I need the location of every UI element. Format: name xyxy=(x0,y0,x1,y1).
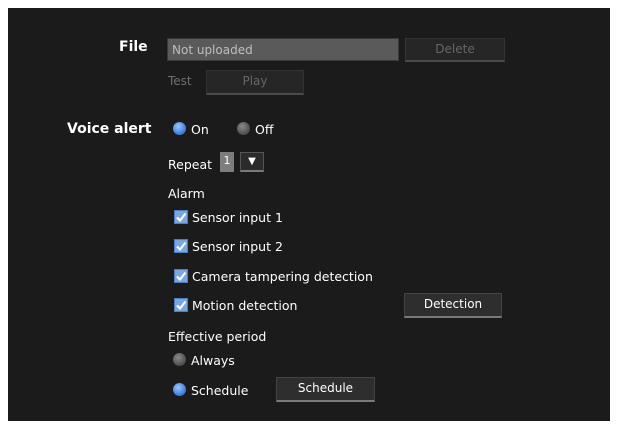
alarm-label: Alarm xyxy=(168,186,205,201)
sensor-input-2-checkbox[interactable] xyxy=(174,239,188,253)
sensor-input-1-checkbox[interactable] xyxy=(174,210,188,224)
motion-detection-checkbox[interactable] xyxy=(174,298,188,312)
motion-detection-label: Motion detection xyxy=(192,298,298,313)
test-label: Test xyxy=(168,74,192,88)
repeat-label: Repeat xyxy=(168,157,213,172)
checkmark-icon xyxy=(176,271,187,282)
schedule-button[interactable]: Schedule xyxy=(276,377,375,402)
always-radio[interactable] xyxy=(173,353,186,366)
checkmark-icon xyxy=(176,241,187,252)
detection-button[interactable]: Detection xyxy=(404,293,502,318)
sensor-input-1-label: Sensor input 1 xyxy=(192,210,283,225)
delete-button[interactable]: Delete xyxy=(405,38,505,62)
voice-alert-on-label: On xyxy=(191,122,209,137)
schedule-radio[interactable] xyxy=(173,383,186,396)
always-label: Always xyxy=(191,353,235,368)
checkmark-icon xyxy=(176,300,187,311)
repeat-select-value[interactable]: 1 xyxy=(220,152,234,172)
effective-period-label: Effective period xyxy=(168,329,267,344)
repeat-dropdown-button[interactable]: ▼ xyxy=(240,152,264,172)
play-button[interactable]: Play xyxy=(206,70,304,95)
file-label: File xyxy=(119,39,148,55)
voice-alert-on-radio[interactable] xyxy=(173,122,186,135)
sensor-input-2-label: Sensor input 2 xyxy=(192,239,283,254)
camera-tampering-label: Camera tampering detection xyxy=(192,269,373,284)
voice-alert-off-label: Off xyxy=(255,122,274,137)
checkmark-icon xyxy=(176,212,187,223)
file-name-field: Not uploaded xyxy=(167,38,399,61)
schedule-label: Schedule xyxy=(191,383,249,398)
voice-alert-settings-panel: File Not uploaded Delete Test Play Voice… xyxy=(8,8,610,421)
camera-tampering-checkbox[interactable] xyxy=(174,269,188,283)
voice-alert-label: Voice alert xyxy=(67,121,152,137)
chevron-down-icon: ▼ xyxy=(248,156,256,167)
voice-alert-off-radio[interactable] xyxy=(237,122,250,135)
